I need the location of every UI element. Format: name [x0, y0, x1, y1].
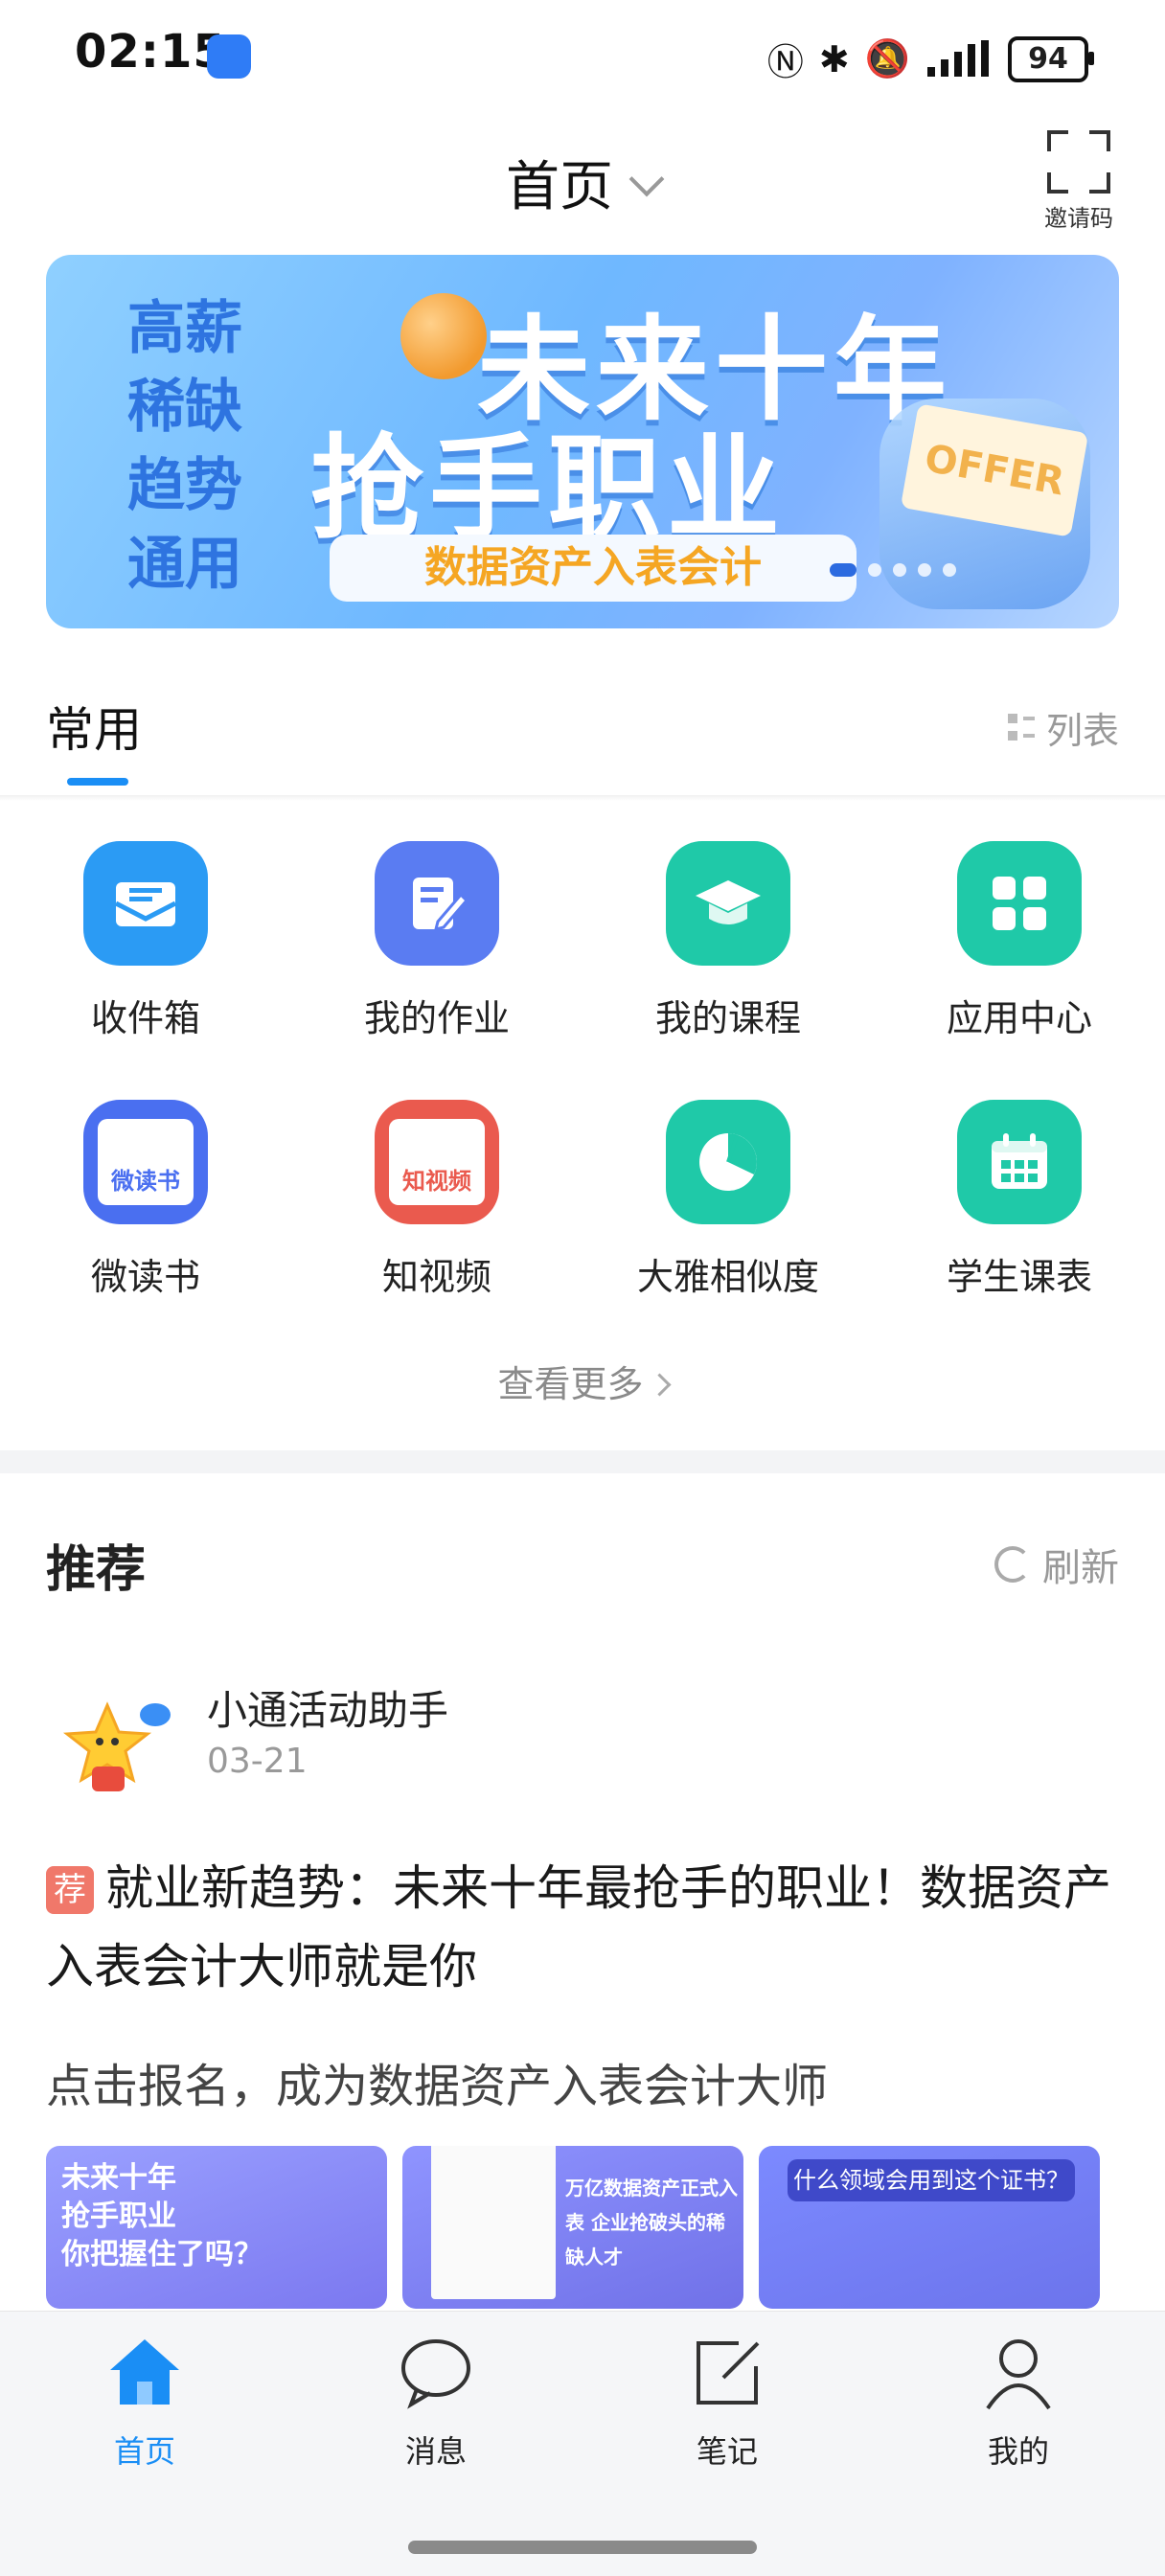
invite-code-label: 邀请码: [1044, 205, 1113, 232]
carousel-dot: [918, 563, 931, 577]
app-similarity[interactable]: 大雅相似度: [608, 1100, 848, 1300]
promo-banner[interactable]: 高薪 稀缺 趋势 通用 未来十年 抢手职业 数据资产入表会计 OFFER: [46, 255, 1119, 628]
battery-indicator: 94: [1008, 35, 1094, 82]
section-gap: [0, 1450, 1165, 1473]
chevron-right-icon: [647, 1373, 672, 1397]
app-app-center[interactable]: 应用中心: [900, 841, 1139, 1041]
nav-label: 笔记: [696, 2433, 758, 2470]
timetable-icon: [957, 1100, 1082, 1224]
micro-reading-badge: 微读书: [98, 1119, 194, 1205]
carousel-indicators: [830, 563, 956, 577]
post-image-1[interactable]: 未来十年 抢手职业 你把握住了吗？: [46, 2146, 387, 2309]
signal-icon: [927, 39, 989, 77]
nav-label: 消息: [404, 2433, 467, 2470]
mute-icon: 🔕: [864, 37, 910, 80]
status-time: 02:15: [75, 25, 226, 79]
app-center-icon: [957, 841, 1082, 966]
status-icons: Ⓝ ✱ 🔕 94: [766, 33, 1094, 85]
app-my-homework[interactable]: 我的作业: [317, 841, 557, 1041]
message-icon: [398, 2334, 474, 2410]
battery-level: 94: [1028, 42, 1068, 76]
app-label: 我的课程: [654, 997, 801, 1039]
list-toggle-label: 列表: [1045, 710, 1119, 752]
nav-notes[interactable]: 笔记: [631, 2334, 823, 2472]
thumb-2-text: 万亿数据资产正式入表 企业抢破头的稀缺人才: [565, 2177, 738, 2268]
nav-home[interactable]: 首页: [49, 2334, 240, 2472]
app-timetable[interactable]: 学生课表: [900, 1100, 1139, 1300]
view-more-label: 查看更多: [497, 1363, 644, 1405]
author-avatar[interactable]: [50, 1686, 174, 1811]
note-edit-icon: [689, 2334, 765, 2410]
app-inbox[interactable]: 收件箱: [26, 841, 265, 1041]
nav-label: 首页: [113, 2433, 175, 2470]
app-my-courses[interactable]: 我的课程: [608, 841, 848, 1041]
video-icon: 知视频: [375, 1100, 499, 1224]
micro-reading-icon: 微读书: [83, 1100, 208, 1224]
section-divider: [0, 795, 1165, 801]
video-badge: 知视频: [389, 1119, 485, 1205]
app-label: 我的作业: [363, 997, 510, 1039]
banner-side-text: 高薪 稀缺 趋势 通用: [127, 295, 242, 598]
planet-illustration: [400, 293, 487, 379]
course-icon: [666, 841, 790, 966]
post-image-3[interactable]: 什么领域会用到这个证书？: [759, 2146, 1100, 2309]
similarity-icon: [666, 1100, 790, 1224]
refresh-button[interactable]: 刷新: [994, 1537, 1119, 1592]
view-more-link[interactable]: 查看更多: [0, 1355, 1165, 1407]
recommend-section-title: 推荐: [46, 1541, 147, 1599]
homework-icon: [375, 841, 499, 966]
scan-icon: [1047, 130, 1110, 194]
app-label: 收件箱: [90, 997, 200, 1039]
app-label: 大雅相似度: [636, 1256, 819, 1298]
list-icon: [1007, 713, 1035, 742]
app-label: 微读书: [90, 1256, 200, 1298]
post-title-text: 就业新趋势：未来十年最抢手的职业！数据资产入表会计大师就是你: [46, 1860, 1111, 1995]
refresh-label: 刷新: [1042, 1546, 1119, 1590]
common-section-title[interactable]: 常用: [46, 692, 142, 761]
thumb-3-text: 什么领域会用到这个证书？: [788, 2159, 1075, 2201]
app-micro-reading[interactable]: 微读书 微读书: [26, 1100, 265, 1300]
chevron-down-icon: [628, 161, 665, 197]
refresh-icon: [994, 1546, 1031, 1583]
nfc-icon: Ⓝ: [766, 41, 804, 83]
section-tab-underline: [67, 778, 128, 786]
post-date: 03-21: [207, 1742, 308, 1781]
carousel-dot: [943, 563, 956, 577]
nav-label: 我的: [987, 2433, 1049, 2470]
page-title: 首页: [506, 156, 613, 218]
home-indicator[interactable]: [408, 2541, 757, 2554]
post-subtitle[interactable]: 点击报名，成为数据资产入表会计大师: [46, 2048, 828, 2115]
banner-pill: 数据资产入表会计: [330, 535, 857, 602]
carousel-dot: [868, 563, 881, 577]
page-title-dropdown[interactable]: 首页: [0, 144, 1165, 221]
home-icon: [106, 2334, 183, 2410]
recommend-tag: 荐: [46, 1866, 94, 1914]
inbox-icon: [83, 841, 208, 966]
profile-icon: [980, 2334, 1057, 2410]
author-name[interactable]: 小通活动助手: [207, 1678, 448, 1737]
thumb-1-text: 未来十年 抢手职业 你把握住了吗？: [61, 2161, 263, 2271]
app-label: 知视频: [381, 1256, 491, 1298]
bluetooth-icon: ✱: [818, 37, 850, 80]
carousel-dot-active: [830, 563, 857, 577]
app-video[interactable]: 知视频 知视频: [317, 1100, 557, 1300]
list-view-toggle[interactable]: 列表: [1007, 701, 1119, 754]
certificate-illustration: [431, 2146, 556, 2299]
post-image-2[interactable]: 万亿数据资产正式入表 企业抢破头的稀缺人才: [402, 2146, 743, 2309]
app-label: 应用中心: [946, 997, 1092, 1039]
carousel-dot: [893, 563, 906, 577]
app-label: 学生课表: [946, 1256, 1092, 1298]
invite-code-button[interactable]: 邀请码: [1031, 130, 1127, 233]
post-title[interactable]: 荐就业新趋势：未来十年最抢手的职业！数据资产入表会计大师就是你: [46, 1849, 1129, 2006]
nav-profile[interactable]: 我的: [923, 2334, 1114, 2472]
notification-app-icon: [207, 34, 251, 79]
nav-messages[interactable]: 消息: [340, 2334, 532, 2472]
